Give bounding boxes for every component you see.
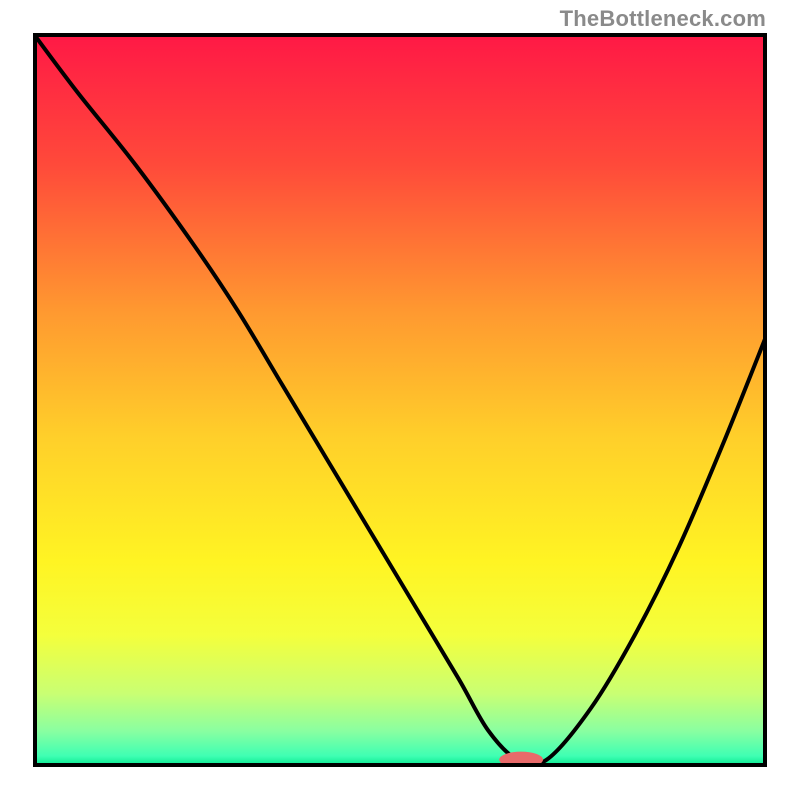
chart-frame: TheBottleneck.com [0, 0, 800, 800]
watermark-text: TheBottleneck.com [560, 6, 766, 32]
valley-marker [499, 752, 543, 767]
plot-area [33, 33, 767, 767]
bottleneck-curve [33, 33, 767, 767]
